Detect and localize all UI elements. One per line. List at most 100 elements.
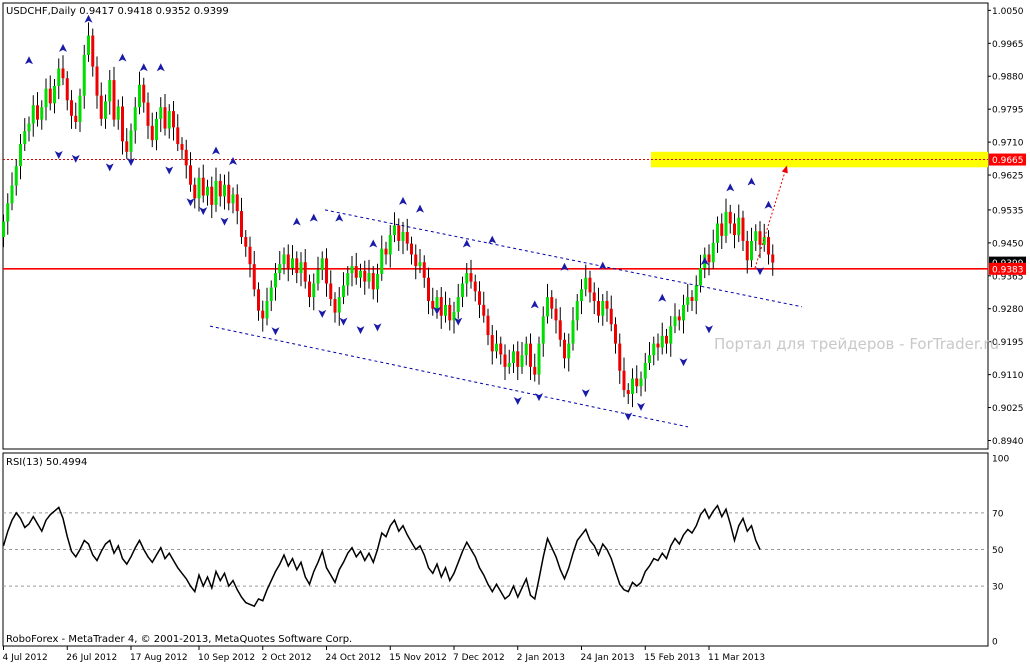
candle-body — [597, 300, 600, 316]
candle-body — [473, 281, 477, 292]
time-tick-label: 2 Oct 2012 — [262, 653, 312, 663]
candle-body — [554, 308, 558, 321]
symbol-header: USDCHF,Daily 0.9417 0.9418 0.9352 0.9399 — [6, 6, 229, 17]
candle-body — [550, 297, 554, 309]
candle-body — [206, 186, 209, 196]
candle-body — [677, 316, 681, 321]
rsi-tick-label: 70 — [992, 509, 1004, 519]
candle-body — [303, 262, 307, 282]
candle-body — [626, 390, 630, 394]
price-tick-label: 0.8940 — [992, 437, 1024, 447]
candle-body — [146, 102, 150, 126]
price-tick-label: 0.9025 — [992, 404, 1024, 414]
candle-body — [422, 262, 426, 278]
candle-body — [342, 285, 345, 298]
candle-body — [478, 291, 481, 305]
candle-body — [70, 100, 73, 116]
candle-body — [359, 270, 362, 278]
candle-body — [223, 184, 226, 197]
candle-body — [380, 248, 384, 274]
price-tick-label: 0.9280 — [992, 305, 1024, 315]
chart-root: 1.0050 0.9965 0.9880 0.9795 0.9710 0.9625 0.95… — [0, 0, 1030, 664]
candle-body — [405, 232, 409, 244]
footer-copyright: RoboForex - MetaTrader 4, © 2001-2013, M… — [6, 634, 352, 645]
price-tick-label: 0.9880 — [992, 73, 1024, 83]
candle-body — [673, 316, 677, 327]
candle-body — [456, 297, 460, 312]
candle-body — [669, 326, 673, 344]
candle-body — [393, 225, 396, 236]
candle-body — [235, 194, 239, 212]
candle-body — [490, 335, 494, 352]
candle-body — [448, 304, 452, 321]
rsi-tick-label: 100 — [992, 455, 1009, 465]
candle-body — [750, 240, 753, 261]
candle-body — [724, 211, 728, 236]
chart-canvas[interactable]: 1.0050 0.9965 0.9880 0.9795 0.9710 0.9625 0.95… — [0, 0, 1030, 664]
candle-body — [465, 273, 469, 284]
candle-body — [91, 35, 95, 67]
candle-body — [14, 166, 18, 186]
candle-body — [244, 237, 248, 247]
candle-body — [694, 285, 698, 301]
candle-body — [397, 225, 401, 241]
candle-body — [414, 254, 418, 267]
candle-body — [384, 248, 388, 255]
candle-body — [274, 273, 277, 288]
candle-body — [665, 335, 668, 344]
candle-body — [469, 273, 473, 282]
candle-body — [193, 184, 197, 199]
candle-body — [231, 194, 235, 204]
price-tick-label: 0.9110 — [992, 371, 1024, 381]
candle-body — [427, 277, 430, 301]
candle-body — [282, 254, 286, 265]
candle-body — [346, 273, 350, 286]
candle-body — [745, 240, 749, 261]
price-tick-label: 0.9965 — [992, 40, 1024, 50]
time-tick-label: 10 Sep 2012 — [198, 653, 255, 663]
watermark-text: Портал для трейдеров - ForTrader.ru — [714, 335, 999, 353]
time-tick-label: 15 Feb 2013 — [644, 653, 700, 663]
candle-body — [461, 283, 464, 298]
rsi-tick-label: 30 — [992, 583, 1004, 593]
candle-body — [44, 88, 48, 108]
candle-body — [19, 144, 22, 167]
price-tick-label: 0.9710 — [992, 139, 1024, 149]
candle-body — [150, 125, 154, 141]
candle-body — [240, 211, 243, 238]
time-tick-label: 11 Mar 2013 — [708, 653, 765, 663]
candle-body — [682, 304, 685, 321]
candle-body — [580, 289, 583, 301]
candle-body — [320, 258, 324, 270]
candle-body — [184, 149, 188, 166]
candle-body — [248, 246, 252, 265]
candle-body — [95, 66, 99, 96]
candle-body — [499, 343, 503, 355]
candle-body — [622, 370, 626, 391]
candle-body — [482, 304, 486, 316]
candle-body — [584, 277, 588, 290]
rsi-tick-label: 0 — [992, 638, 998, 648]
candle-body — [575, 300, 579, 321]
candle-body — [142, 84, 146, 103]
candle-body — [771, 254, 775, 263]
candle-body — [176, 127, 180, 145]
candle-body — [516, 351, 520, 367]
candle-body — [741, 217, 745, 241]
candle-body — [567, 343, 571, 359]
candle-body — [371, 273, 375, 290]
level-price-tag: 0.9383 — [992, 265, 1024, 275]
candle-body — [533, 366, 537, 375]
candle-body — [337, 297, 341, 313]
candle-body — [652, 343, 656, 356]
time-tick-label: 15 Nov 2012 — [389, 653, 447, 663]
candle-body — [172, 111, 175, 128]
candle-body — [660, 335, 664, 348]
candle-body — [218, 180, 222, 197]
time-tick-label: 2 Jan 2013 — [517, 653, 565, 663]
candle-body — [155, 118, 158, 141]
candle-body — [180, 144, 184, 150]
candle-body — [27, 123, 31, 132]
candle-body — [252, 264, 256, 290]
candle-body — [720, 223, 724, 236]
